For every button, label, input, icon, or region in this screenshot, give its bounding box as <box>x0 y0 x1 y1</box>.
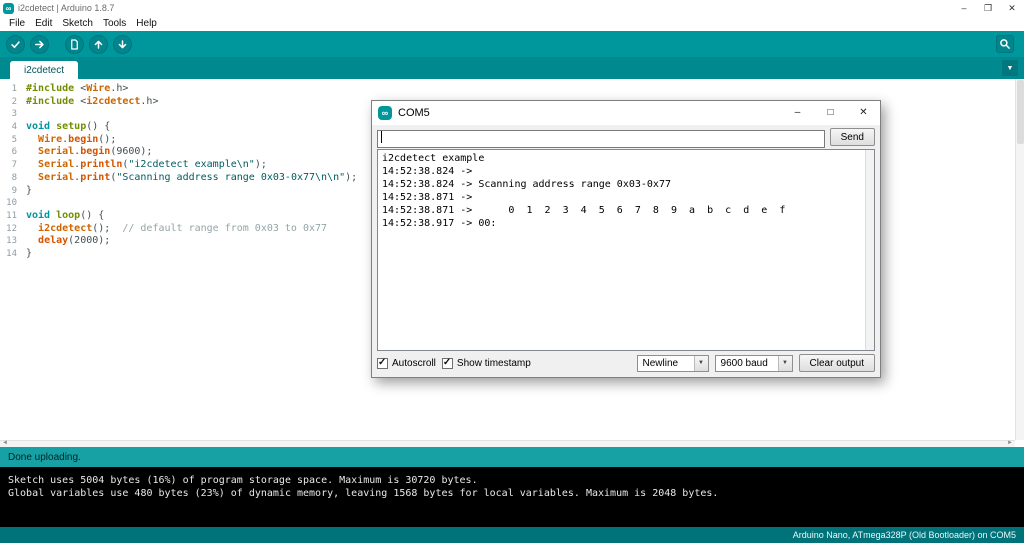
line-number: 12 <box>6 223 17 234</box>
menu-edit[interactable]: Edit <box>30 18 57 29</box>
menu-help[interactable]: Help <box>131 18 162 29</box>
serial-monitor-window-controls: – □ ✕ <box>781 101 880 125</box>
scroll-left-arrow-icon[interactable]: ◄ <box>2 440 8 447</box>
serial-monitor-button[interactable] <box>996 35 1014 53</box>
line-number-gutter: 1 2 3 4 5 6 7 8 9 10 11 12 13 14 <box>0 79 22 447</box>
serial-input[interactable] <box>377 129 825 148</box>
arduino-logo-icon: ∞ <box>3 2 14 14</box>
menubar: File Edit Sketch Tools Help <box>0 16 1024 31</box>
status-message: Done uploading. <box>8 451 81 463</box>
arrow-up-icon <box>94 40 103 49</box>
line-number: 13 <box>6 236 17 247</box>
serial-output[interactable]: i2cdetect example 14:52:38.824 -> 14:52:… <box>378 150 874 350</box>
input-caret <box>381 131 382 143</box>
tab-i2cdetect[interactable]: i2cdetect <box>10 61 79 79</box>
arduino-logo-icon: ∞ <box>378 106 392 120</box>
line-number: 11 <box>6 210 17 221</box>
window-title: i2cdetect | Arduino 1.8.7 <box>18 3 115 13</box>
save-button[interactable] <box>113 34 132 54</box>
autoscroll-label: Autoscroll <box>392 357 436 369</box>
show-timestamp-label: Show timestamp <box>456 357 531 369</box>
chevron-down-icon: ▼ <box>777 355 792 371</box>
menu-file[interactable]: File <box>4 18 30 29</box>
footer-bar: Arduino Nano, ATmega328P (Old Bootloader… <box>0 527 1024 543</box>
window-controls: – ❐ ✕ <box>952 0 1024 16</box>
serial-output-scrollbar[interactable] <box>865 150 874 350</box>
line-number: 4 <box>11 122 17 133</box>
maximize-button[interactable]: □ <box>814 101 847 125</box>
line-number: 2 <box>11 96 17 107</box>
baud-rate-value: 9600 baud <box>720 357 768 369</box>
chevron-down-icon: ▼ <box>1006 64 1014 72</box>
arrow-right-icon <box>34 40 44 48</box>
menu-tools[interactable]: Tools <box>98 18 131 29</box>
serial-input-wrap <box>377 128 825 148</box>
restore-button[interactable]: ❐ <box>976 0 1000 16</box>
line-number: 7 <box>11 160 17 171</box>
minimize-button[interactable]: – <box>952 0 976 16</box>
line-number: 1 <box>11 84 17 94</box>
magnifier-icon <box>1000 39 1010 49</box>
document-icon <box>71 38 78 50</box>
console-line: Sketch uses 5004 bytes (16%) of program … <box>8 475 478 486</box>
arduino-ide-window: ∞ i2cdetect | Arduino 1.8.7 – ❐ ✕ File E… <box>0 0 1024 543</box>
status-bar: Done uploading. <box>0 447 1024 467</box>
serial-monitor-titlebar: ∞ COM5 – □ ✕ <box>372 101 880 125</box>
tab-menu-button[interactable]: ▼ <box>1002 60 1018 76</box>
chevron-down-icon: ▼ <box>693 355 708 371</box>
send-button[interactable]: Send <box>829 128 875 146</box>
line-number: 3 <box>11 109 17 120</box>
serial-monitor-window: ∞ COM5 – □ ✕ Send i2cdetect example 14:5… <box>371 100 881 378</box>
board-info: Arduino Nano, ATmega328P (Old Bootloader… <box>792 530 1016 540</box>
line-ending-value: Newline <box>642 357 679 369</box>
verify-button[interactable] <box>6 34 25 54</box>
tabstrip: i2cdetect ▼ <box>0 57 1024 79</box>
line-number: 6 <box>11 147 17 158</box>
code-line: #include <Wire.h> <box>26 83 129 94</box>
upload-button[interactable] <box>30 34 49 54</box>
minimize-button[interactable]: – <box>781 101 814 125</box>
serial-monitor-title: COM5 <box>398 107 430 119</box>
scrollbar-thumb[interactable] <box>1016 80 1024 144</box>
check-icon <box>11 40 20 48</box>
toolbar <box>0 31 1024 57</box>
checkbox-icon <box>377 357 388 369</box>
console-line: Global variables use 480 bytes (23%) of … <box>8 488 719 499</box>
line-number: 8 <box>11 172 17 183</box>
new-sketch-button[interactable] <box>65 34 84 54</box>
close-button[interactable]: ✕ <box>1000 0 1024 16</box>
tab-label: i2cdetect <box>24 64 65 76</box>
clear-output-button[interactable]: Clear output <box>798 354 875 372</box>
arrow-down-icon <box>118 39 127 48</box>
console-output[interactable]: Sketch uses 5004 bytes (16%) of program … <box>0 467 1024 527</box>
serial-output-area[interactable]: i2cdetect example 14:52:38.824 -> 14:52:… <box>377 149 875 351</box>
checkbox-icon <box>441 357 453 369</box>
line-number: 10 <box>6 198 17 209</box>
titlebar: ∞ i2cdetect | Arduino 1.8.7 – ❐ ✕ <box>0 0 1024 16</box>
baud-rate-select[interactable]: 9600 baud ▼ <box>714 354 793 372</box>
open-button[interactable] <box>89 34 108 54</box>
line-number: 14 <box>6 248 17 259</box>
line-number: 5 <box>11 134 17 145</box>
line-number: 9 <box>11 185 17 196</box>
serial-input-row: Send <box>377 128 875 148</box>
scroll-right-arrow-icon[interactable]: ► <box>1007 440 1013 447</box>
line-ending-select[interactable]: Newline ▼ <box>636 354 709 372</box>
autoscroll-checkbox[interactable]: Autoscroll <box>377 357 436 369</box>
editor-vertical-scrollbar[interactable] <box>1015 79 1024 440</box>
close-button[interactable]: ✕ <box>847 101 880 125</box>
show-timestamp-checkbox[interactable]: Show timestamp <box>441 357 531 369</box>
serial-monitor-controls: Autoscroll Show timestamp Newline ▼ 9600… <box>377 351 875 375</box>
editor-horizontal-scrollbar[interactable]: ◄ ► <box>0 440 1015 447</box>
menu-sketch[interactable]: Sketch <box>57 18 98 29</box>
